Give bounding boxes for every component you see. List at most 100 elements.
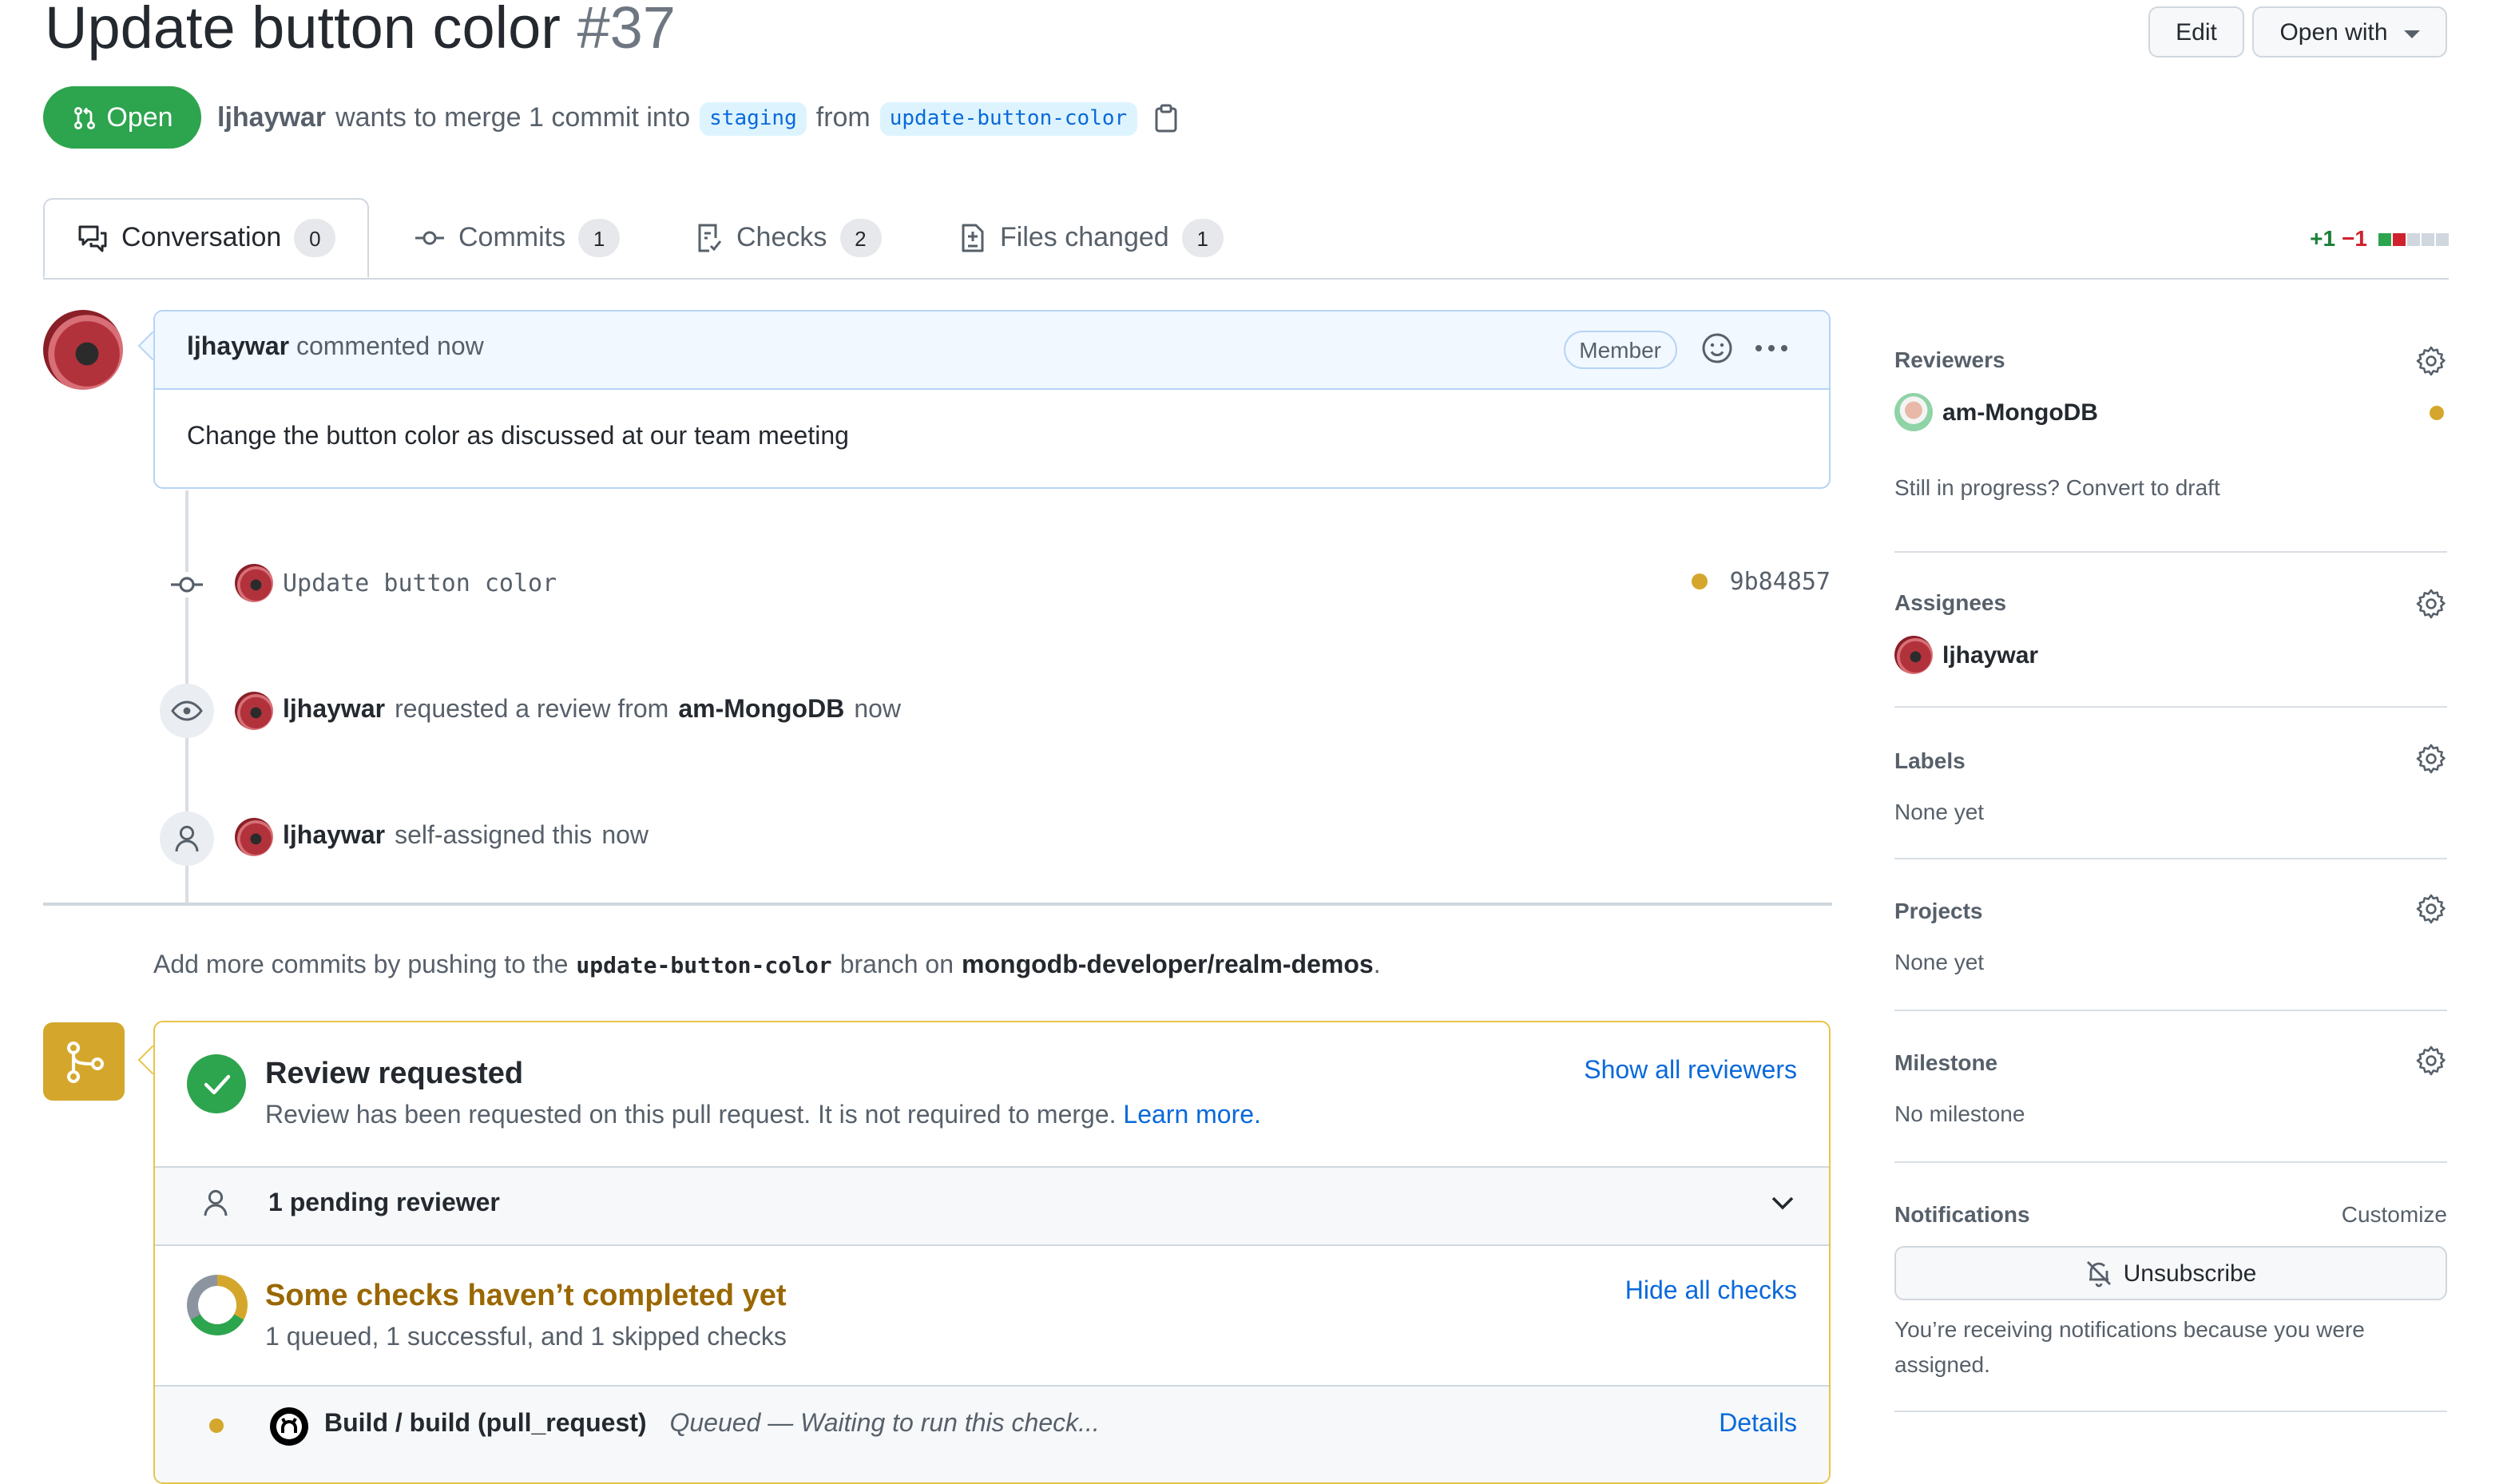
actor-link[interactable]: ljhaywar xyxy=(283,696,385,725)
gear-icon[interactable] xyxy=(2415,1045,2447,1077)
tab-label: Checks xyxy=(736,222,827,252)
avatar[interactable] xyxy=(235,818,273,856)
kebab-horizontal-icon[interactable] xyxy=(1754,343,1789,353)
sidebar-heading[interactable]: Labels xyxy=(1894,748,1966,773)
commit-node xyxy=(169,572,204,597)
page-title: Update button color #37 xyxy=(45,0,676,67)
labels-value: None yet xyxy=(1894,799,1985,824)
member-badge: Member xyxy=(1563,331,1677,369)
author-link[interactable]: ljhaywar xyxy=(217,102,326,134)
convert-to-draft-link[interactable]: Still in progress? Convert to draft xyxy=(1894,474,2220,500)
sidebar-milestone: Milestone No milestone xyxy=(1894,1011,2447,1163)
avatar[interactable] xyxy=(235,692,273,730)
diffstat-block-neutral xyxy=(2407,233,2420,246)
tab-label: Commits xyxy=(458,222,566,252)
event-time[interactable]: now xyxy=(601,823,649,851)
smiley-icon[interactable] xyxy=(1701,332,1733,364)
head-branch[interactable]: update-button-color xyxy=(879,101,1137,135)
gear-icon[interactable] xyxy=(2415,588,2447,620)
sidebar-heading[interactable]: Projects xyxy=(1894,898,1983,923)
checks-title: Some checks haven’t completed yet xyxy=(265,1280,787,1313)
sidebar-notifications: Notifications Customize Unsubscribe You’… xyxy=(1894,1163,2447,1419)
assignee-name[interactable]: ljhaywar xyxy=(1942,641,2038,669)
sidebar-reviewers: Reviewers am-MongoDB Still in progress? … xyxy=(1894,319,2447,553)
repo-link[interactable]: mongodb-developer/realm-demos xyxy=(962,952,1374,981)
comment-time[interactable]: commented now xyxy=(296,334,484,361)
tab-commits[interactable]: Commits 1 xyxy=(414,198,621,278)
tab-checks[interactable]: Checks 2 xyxy=(695,198,882,278)
assignee-item[interactable]: ljhaywar xyxy=(1894,636,2038,674)
event-text: requested a review from xyxy=(395,696,669,724)
comment-byline: ljhaywar commented now xyxy=(187,334,484,363)
customize-link[interactable]: Customize xyxy=(2342,1201,2447,1227)
reviewer-name[interactable]: am-MongoDB xyxy=(1942,399,2098,426)
queued-status-dot xyxy=(209,1419,224,1433)
avatar[interactable] xyxy=(235,564,273,602)
tab-counter: 1 xyxy=(578,219,621,257)
avatar xyxy=(1894,636,1933,674)
push-hint-branch: update-button-color xyxy=(576,954,832,979)
diffstat-block-neutral xyxy=(2436,233,2449,246)
reviewer-item[interactable]: am-MongoDB xyxy=(1894,393,2098,431)
review-description: Review has been requested on this pull r… xyxy=(265,1102,1261,1131)
deletions: −1 xyxy=(2342,225,2367,251)
comment-author[interactable]: ljhaywar xyxy=(187,334,289,361)
git-commit-icon xyxy=(171,577,203,593)
timeline-commit: Update button color xyxy=(235,564,557,602)
tab-counter: 2 xyxy=(839,219,882,257)
pr-title: Update button color xyxy=(45,0,561,61)
chevron-down-icon[interactable] xyxy=(1771,1196,1794,1211)
diffstat: +1 −1 xyxy=(2310,225,2449,251)
reviewer-link[interactable]: am-MongoDB xyxy=(678,696,844,725)
sidebar-heading: Notifications xyxy=(1894,1201,2030,1227)
diffstat-block-deleted xyxy=(2393,233,2406,246)
bell-slash-icon xyxy=(2087,1261,2112,1288)
open-with-label: Open with xyxy=(2279,18,2388,46)
sidebar-heading[interactable]: Assignees xyxy=(1894,589,2006,615)
pull-request-page: Update button color #37 Edit Open with O… xyxy=(0,0,2519,1484)
actor-link[interactable]: ljhaywar xyxy=(283,823,385,851)
pending-reviewers-row[interactable]: 1 pending reviewer xyxy=(155,1166,1829,1244)
caret-down-icon xyxy=(2403,30,2420,38)
sidebar-projects: Projects None yet xyxy=(1894,859,2447,1011)
pr-meta: ljhaywar wants to merge 1 commit into st… xyxy=(217,96,1178,141)
additions: +1 xyxy=(2310,225,2336,251)
show-all-reviewers-link[interactable]: Show all reviewers xyxy=(1584,1057,1797,1086)
base-branch[interactable]: staging xyxy=(700,101,807,135)
check-row-text: Build / build (pull_request) Queued — Wa… xyxy=(324,1411,1100,1439)
push-hint-middle: branch on xyxy=(839,952,954,979)
sidebar-heading[interactable]: Reviewers xyxy=(1894,347,2005,372)
sidebar-heading[interactable]: Milestone xyxy=(1894,1050,1997,1075)
pending-status-dot[interactable] xyxy=(1691,573,1708,589)
gear-icon[interactable] xyxy=(2415,345,2447,377)
check-row: Build / build (pull_request) Queued — Wa… xyxy=(155,1385,1829,1482)
hide-all-checks-link[interactable]: Hide all checks xyxy=(1625,1278,1797,1307)
projects-value: None yet xyxy=(1894,949,1985,974)
tab-files-changed[interactable]: Files changed 1 xyxy=(958,198,1224,278)
commit-sha[interactable]: 9b84857 xyxy=(1730,567,1831,596)
from-text: from xyxy=(815,102,871,133)
merge-status-icon xyxy=(43,1022,125,1101)
tab-conversation[interactable]: Conversation 0 xyxy=(43,198,370,278)
gear-icon[interactable] xyxy=(2415,743,2447,775)
event-time[interactable]: now xyxy=(854,696,901,725)
tab-label: Files changed xyxy=(1000,222,1169,252)
commit-message[interactable]: Update button color xyxy=(283,569,557,597)
copy-icon[interactable] xyxy=(1152,104,1178,133)
assign-badge xyxy=(160,811,214,866)
git-merge-icon xyxy=(66,1041,103,1082)
diffstat-block-neutral xyxy=(2422,233,2434,246)
open-with-button[interactable]: Open with xyxy=(2252,6,2447,58)
unsubscribe-button[interactable]: Unsubscribe xyxy=(1894,1246,2447,1300)
tab-label: Conversation xyxy=(121,222,282,252)
push-hint-suffix: . xyxy=(1373,952,1381,979)
checks-progress-donut xyxy=(187,1275,248,1335)
commit-status: 9b84857 xyxy=(1691,567,1831,596)
learn-more-link[interactable]: Learn more. xyxy=(1123,1102,1261,1129)
gear-icon[interactable] xyxy=(2415,893,2447,925)
check-details-link[interactable]: Details xyxy=(1719,1411,1797,1439)
pending-reviewers-label: 1 pending reviewer xyxy=(268,1190,500,1217)
comment-author-avatar[interactable] xyxy=(43,310,123,390)
edit-button[interactable]: Edit xyxy=(2148,6,2244,58)
pr-number: #37 xyxy=(577,0,676,61)
